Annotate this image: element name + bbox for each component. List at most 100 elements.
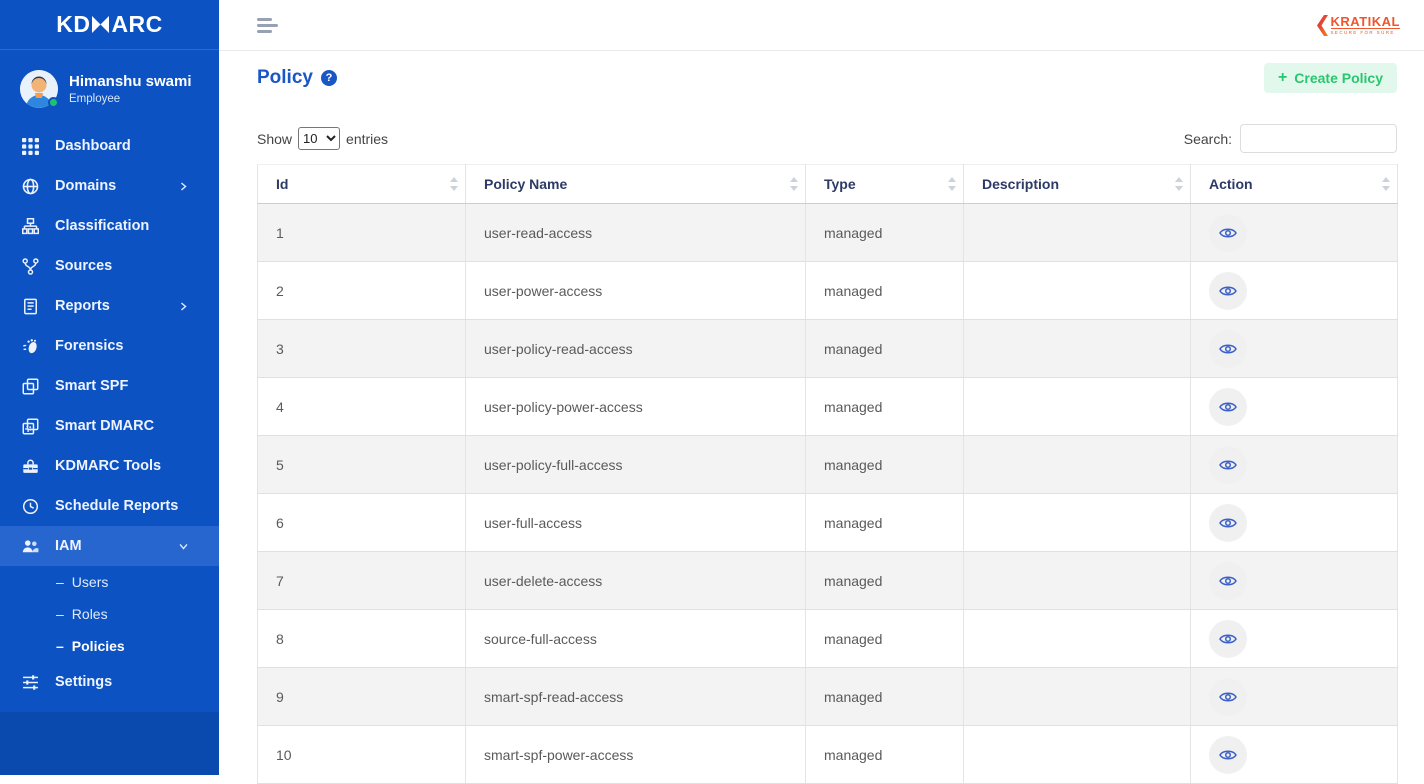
sitemap-icon [22, 218, 39, 235]
brand-name: KRATIKAL [1331, 15, 1400, 29]
toolbox-icon [22, 458, 39, 475]
cell-type: managed [806, 610, 964, 668]
cell-policy-name: user-policy-power-access [466, 378, 806, 436]
page-title: Policy ? [257, 67, 337, 89]
view-policy-button[interactable] [1209, 446, 1247, 484]
sidebar-item-schedule-reports[interactable]: Schedule Reports [0, 486, 219, 526]
cell-type: managed [806, 262, 964, 320]
sidebar-item-label: Domains [55, 178, 116, 194]
table-row: 8 source-full-access managed [258, 610, 1398, 668]
sidebar-item-domains[interactable]: Domains [0, 166, 219, 206]
cell-type: managed [806, 320, 964, 378]
sort-icon [790, 176, 798, 192]
cell-description [964, 552, 1191, 610]
globe-icon [22, 178, 39, 195]
view-policy-button[interactable] [1209, 678, 1247, 716]
cell-action [1191, 494, 1398, 552]
sidebar-item-settings[interactable]: Settings [0, 662, 219, 702]
cell-id: 5 [258, 436, 466, 494]
help-icon[interactable]: ? [321, 70, 337, 86]
online-status-dot [48, 97, 59, 108]
view-policy-button[interactable] [1209, 562, 1247, 600]
sidebar-item-smart-dmarc[interactable]: Smart DMARC [0, 406, 219, 446]
column-header-description[interactable]: Description [964, 165, 1191, 204]
copy-icon [22, 378, 39, 395]
view-policy-button[interactable] [1209, 504, 1247, 542]
kratikal-logo: KRATIKAL SECURE FOR SURE [1315, 15, 1400, 36]
sidebar-item-label: Schedule Reports [55, 498, 178, 514]
sidebar-subitem-users[interactable]: – Users [0, 566, 219, 598]
iam-submenu: – Users – Roles – Policies [0, 566, 219, 662]
cell-policy-name: user-read-access [466, 204, 806, 262]
eye-icon [1219, 514, 1237, 532]
sidebar-item-forensics[interactable]: Forensics [0, 326, 219, 366]
user-role: Employee [69, 93, 192, 105]
view-policy-button[interactable] [1209, 736, 1247, 774]
cell-policy-name: user-full-access [466, 494, 806, 552]
chevron-right-icon [178, 181, 189, 192]
cell-type: managed [806, 204, 964, 262]
view-policy-button[interactable] [1209, 620, 1247, 658]
sort-icon [1175, 176, 1183, 192]
branch-icon [22, 258, 39, 275]
column-header-id[interactable]: Id [258, 165, 466, 204]
column-header-action[interactable]: Action [1191, 165, 1398, 204]
cell-description [964, 204, 1191, 262]
cell-description [964, 610, 1191, 668]
eye-icon [1219, 340, 1237, 358]
entries-select[interactable]: 10 [298, 127, 340, 150]
search-control: Search: [1184, 124, 1397, 153]
column-header-policy-name[interactable]: Policy Name [466, 165, 806, 204]
sidebar-subitem-policies[interactable]: – Policies [0, 630, 219, 662]
eye-icon [1219, 688, 1237, 706]
sidebar-item-sources[interactable]: Sources [0, 246, 219, 286]
sidebar-item-classification[interactable]: Classification [0, 206, 219, 246]
sidebar-item-dashboard[interactable]: Dashboard [0, 126, 219, 166]
cell-type: managed [806, 668, 964, 726]
view-policy-button[interactable] [1209, 214, 1247, 252]
table-row: 9 smart-spf-read-access managed [258, 668, 1398, 726]
chevron-down-icon [178, 541, 189, 552]
view-policy-button[interactable] [1209, 388, 1247, 426]
search-input[interactable] [1240, 124, 1397, 153]
sidebar-item-iam[interactable]: IAM [0, 526, 219, 566]
submenu-label: Roles [72, 606, 108, 622]
sidebar-item-label: Reports [55, 298, 110, 314]
plus-icon: + [1278, 69, 1287, 87]
hamburger-menu-icon[interactable] [257, 15, 279, 36]
view-policy-button[interactable] [1209, 272, 1247, 310]
app-logo[interactable]: KD ARC [0, 0, 219, 50]
create-policy-button[interactable]: + Create Policy [1264, 63, 1397, 93]
cell-action [1191, 436, 1398, 494]
sidebar: KD ARC Himanshu swami Employe [0, 0, 219, 775]
view-policy-button[interactable] [1209, 330, 1247, 368]
page-length-control: Show 10 entries [257, 127, 388, 150]
brand-tagline: SECURE FOR SURE [1331, 30, 1400, 35]
clock-icon [22, 498, 39, 515]
cell-action [1191, 668, 1398, 726]
cell-description [964, 262, 1191, 320]
sidebar-item-reports[interactable]: Reports [0, 286, 219, 326]
main-area: KRATIKAL SECURE FOR SURE Policy ? + Crea… [219, 0, 1424, 775]
column-header-type[interactable]: Type [806, 165, 964, 204]
kratikal-ribbon-icon [1315, 15, 1328, 36]
sort-icon [948, 176, 956, 192]
eye-icon [1219, 746, 1237, 764]
content: Policy ? + Create Policy Show 10 entries… [219, 51, 1424, 784]
sidebar-item-label: Forensics [55, 338, 124, 354]
cell-description [964, 320, 1191, 378]
sidebar-item-label: Sources [55, 258, 112, 274]
table-row: 6 user-full-access managed [258, 494, 1398, 552]
cell-id: 9 [258, 668, 466, 726]
table-row: 1 user-read-access managed [258, 204, 1398, 262]
eye-icon [1219, 224, 1237, 242]
sidebar-item-label: Settings [55, 674, 112, 690]
sidebar-item-kdmarc-tools[interactable]: KDMARC Tools [0, 446, 219, 486]
sidebar-subitem-roles[interactable]: – Roles [0, 598, 219, 630]
topbar: KRATIKAL SECURE FOR SURE [219, 0, 1424, 51]
cell-type: managed [806, 494, 964, 552]
cell-id: 6 [258, 494, 466, 552]
sidebar-item-smart-spf[interactable]: Smart SPF [0, 366, 219, 406]
cell-action [1191, 320, 1398, 378]
cell-action [1191, 552, 1398, 610]
